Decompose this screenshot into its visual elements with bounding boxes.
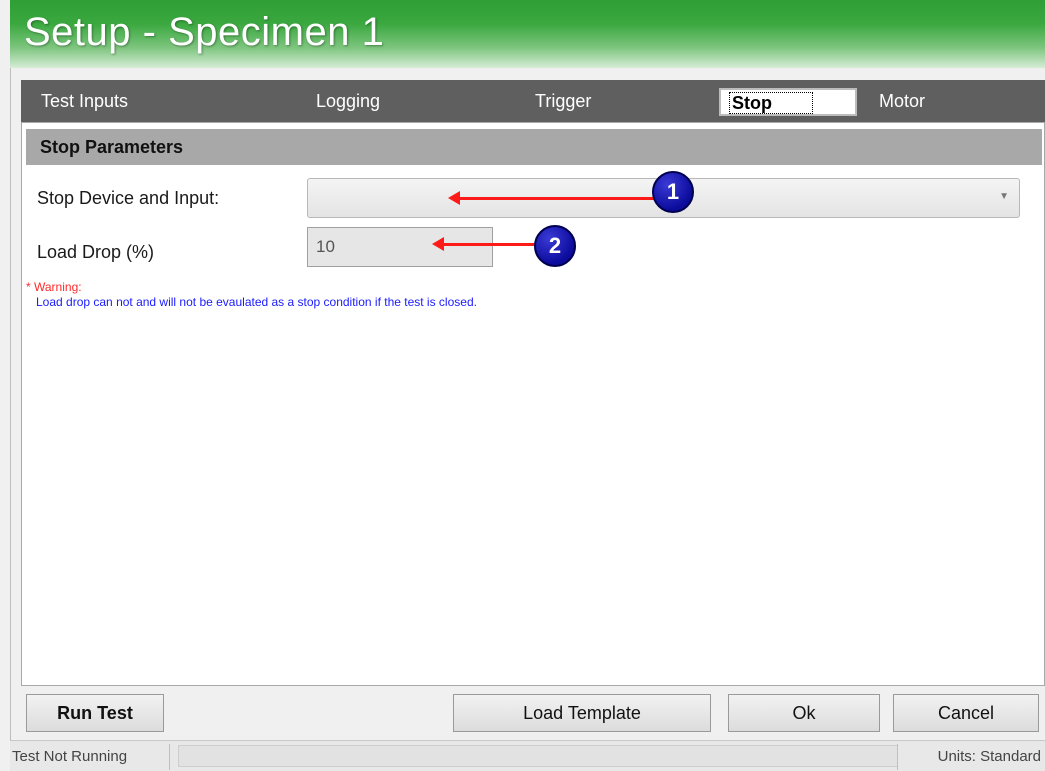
stop-device-label: Stop Device and Input: bbox=[37, 188, 220, 208]
stop-parameters-panel: Stop Parameters Stop Device and Input: ▼… bbox=[21, 122, 1045, 686]
title-bar: Setup - Specimen 1 bbox=[10, 0, 1045, 68]
callout-badge-2: 2 bbox=[534, 225, 576, 267]
tab-bar: Test Inputs Logging Trigger Stop Motor bbox=[21, 80, 1045, 122]
callout-badge-1: 1 bbox=[652, 171, 694, 213]
cancel-button[interactable]: Cancel bbox=[893, 694, 1039, 732]
tab-test-inputs[interactable]: Test Inputs bbox=[41, 88, 128, 116]
callout-arrow-2 bbox=[432, 237, 542, 251]
callout-arrow-1 bbox=[448, 191, 668, 205]
warning-text: Load drop can not and will not be evaula… bbox=[36, 295, 477, 309]
window-title: Setup - Specimen 1 bbox=[24, 10, 385, 54]
load-drop-input[interactable]: 10 bbox=[307, 227, 493, 267]
section-header-stop-parameters: Stop Parameters bbox=[26, 129, 1042, 165]
setup-window: Setup - Specimen 1 Test Inputs Logging T… bbox=[0, 0, 1045, 771]
load-template-button[interactable]: Load Template bbox=[453, 694, 711, 732]
run-test-button[interactable]: Run Test bbox=[26, 694, 164, 732]
status-progress bbox=[178, 745, 898, 767]
load-drop-label: Load Drop (%) bbox=[37, 242, 155, 262]
tab-trigger[interactable]: Trigger bbox=[535, 88, 591, 116]
status-test-state: Test Not Running bbox=[10, 744, 170, 770]
tab-stop[interactable]: Stop bbox=[719, 88, 857, 116]
warning-title: * Warning: bbox=[26, 280, 82, 294]
status-units: Units: Standard bbox=[897, 744, 1045, 770]
ok-button[interactable]: Ok bbox=[728, 694, 880, 732]
tab-motor[interactable]: Motor bbox=[879, 88, 925, 116]
chevron-down-icon: ▼ bbox=[999, 191, 1009, 202]
tab-stop-label: Stop bbox=[729, 92, 813, 114]
status-bar: Test Not Running Units: Standard bbox=[10, 740, 1045, 771]
tab-logging[interactable]: Logging bbox=[316, 88, 380, 116]
